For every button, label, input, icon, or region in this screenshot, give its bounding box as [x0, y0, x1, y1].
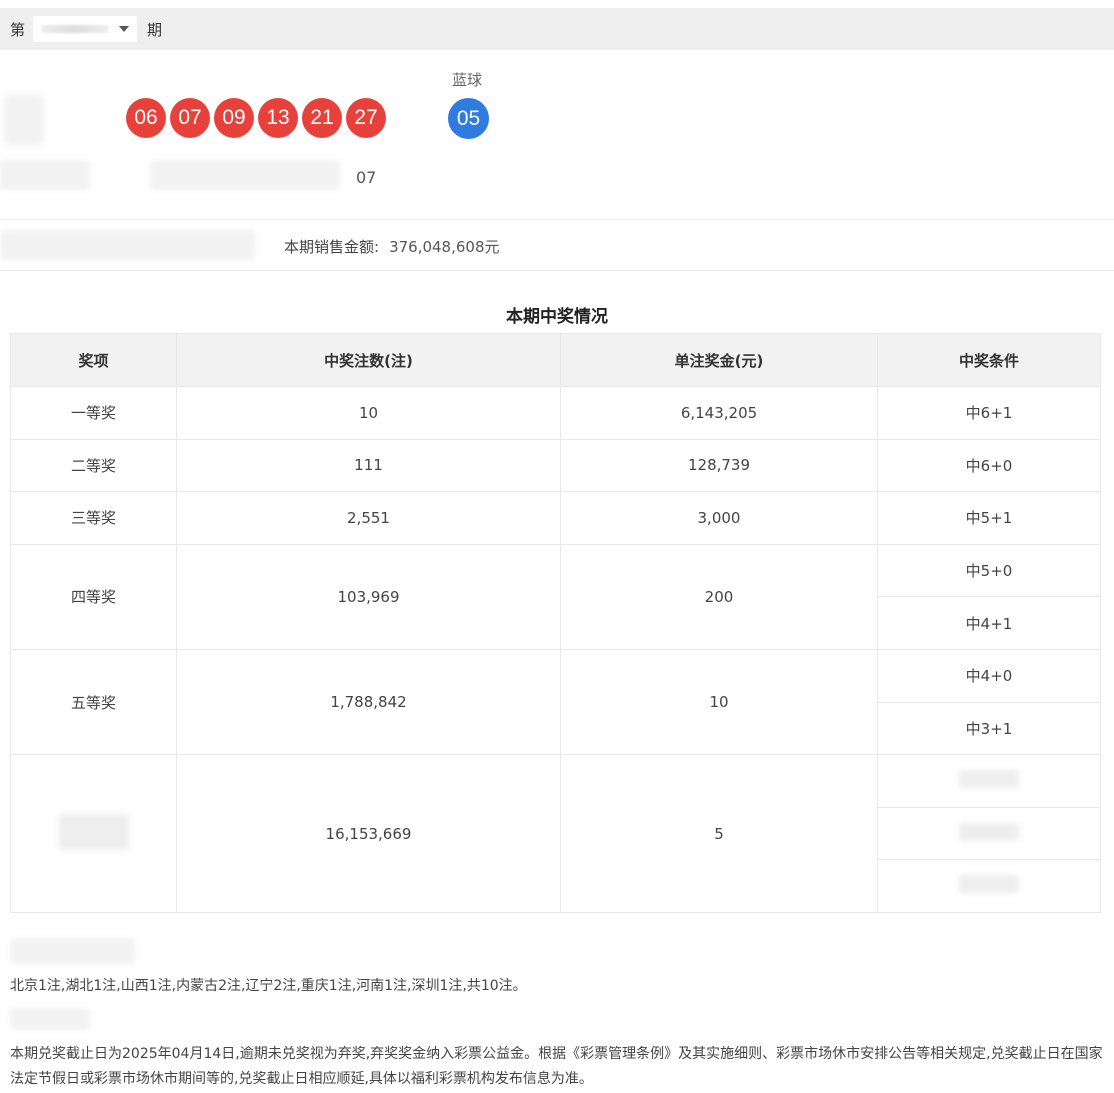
divider	[0, 219, 1114, 220]
first-prize-regions: 北京1注,湖北1注,山西1注,内蒙古2注,辽宁2注,重庆1注,河南1注,深圳1注…	[10, 978, 527, 994]
win-condition-blurred	[877, 754, 1101, 808]
winner-count: 103,969	[176, 543, 561, 650]
red-ball: 06	[126, 98, 166, 138]
win-condition: 中6+0	[877, 438, 1101, 493]
column-header: 单注奖金(元)	[560, 333, 878, 387]
win-condition: 中5+1	[877, 491, 1101, 545]
winner-count: 1,788,842	[176, 648, 561, 756]
prize-amount: 5	[560, 754, 878, 913]
prize-amount: 128,739	[560, 438, 878, 493]
prize-level: 三等奖	[10, 491, 177, 545]
prize-amount: 200	[560, 543, 878, 650]
win-condition-blurred	[877, 806, 1101, 861]
chevron-down-icon[interactable]	[119, 26, 130, 32]
blurred-text	[959, 769, 1019, 788]
winner-count: 111	[176, 438, 561, 493]
table-row: 二等奖 111 128,739 中6+0	[10, 438, 1101, 493]
red-ball: 09	[214, 98, 254, 138]
blurred-text	[959, 822, 1019, 841]
red-ball: 07	[170, 98, 210, 138]
table-row: 五等奖 1,788,842 10 中4+0	[10, 648, 1101, 756]
blurred-region	[4, 95, 44, 145]
issue-number-blurred	[41, 25, 110, 33]
blurred-region	[10, 938, 135, 964]
prize-amount: 3,000	[560, 491, 878, 545]
table-header-row: 奖项 中奖注数(注) 单注奖金(元) 中奖条件	[10, 333, 1101, 387]
blurred-region	[10, 1008, 90, 1030]
prize-level: 五等奖	[10, 648, 177, 756]
winner-count: 16,153,669	[176, 754, 561, 913]
red-ball: 21	[302, 98, 342, 138]
column-header: 中奖注数(注)	[176, 333, 561, 387]
table-row: 四等奖 103,969 200 中5+0	[10, 543, 1101, 650]
table-row: 16,153,669 5	[10, 754, 1101, 913]
win-condition: 中4+1	[877, 596, 1101, 650]
win-condition: 中4+0	[877, 648, 1101, 703]
red-ball: 13	[258, 98, 298, 138]
table-row: 一等奖 10 6,143,205 中6+1	[10, 386, 1101, 440]
issue-select[interactable]	[33, 16, 138, 42]
prize-level-blurred	[10, 754, 177, 913]
extra-number: 07	[356, 168, 377, 187]
win-condition-blurred	[877, 859, 1101, 913]
prize-level: 四等奖	[10, 543, 177, 650]
table-row: 三等奖 2,551 3,000 中5+1	[10, 491, 1101, 545]
blurred-region	[0, 160, 90, 190]
winner-count: 2,551	[176, 491, 561, 545]
red-ball: 27	[346, 98, 386, 138]
sales-value: 376,048,608元	[389, 238, 500, 256]
column-header: 奖项	[10, 333, 177, 387]
prize-level: 二等奖	[10, 438, 177, 493]
blue-ball: 05	[448, 98, 489, 139]
blurred-region	[0, 230, 255, 260]
blurred-region	[150, 160, 340, 190]
issue-suffix: 期	[147, 20, 163, 39]
blurred-text	[58, 813, 129, 850]
redemption-deadline-note: 本期兑奖截止日为2025年04月14日,逾期未兑奖视为弃奖,弃奖奖金纳入彩票公益…	[10, 1046, 1103, 1087]
blurred-text	[959, 875, 1019, 894]
prize-table: 奖项 中奖注数(注) 单注奖金(元) 中奖条件 一等奖 10 6,143,205…	[10, 333, 1101, 913]
win-condition: 中5+0	[877, 543, 1101, 598]
red-balls: 06 07 09 13 21 27	[126, 98, 386, 138]
prize-level: 一等奖	[10, 386, 177, 440]
win-condition: 中3+1	[877, 701, 1101, 756]
issue-prefix: 第	[10, 20, 26, 39]
prize-amount: 10	[560, 648, 878, 756]
winner-count: 10	[176, 386, 561, 440]
win-condition: 中6+1	[877, 386, 1101, 440]
blue-ball-label: 蓝球	[452, 71, 483, 89]
sales-label: 本期销售金额:	[284, 238, 380, 256]
sales-amount: 本期销售金额: 376,048,608元	[284, 236, 500, 257]
prize-amount: 6,143,205	[560, 386, 878, 440]
column-header: 中奖条件	[877, 333, 1101, 387]
divider	[0, 270, 1114, 271]
issue-bar: 第 期	[0, 8, 1114, 50]
prize-section-title: 本期中奖情况	[506, 307, 608, 327]
